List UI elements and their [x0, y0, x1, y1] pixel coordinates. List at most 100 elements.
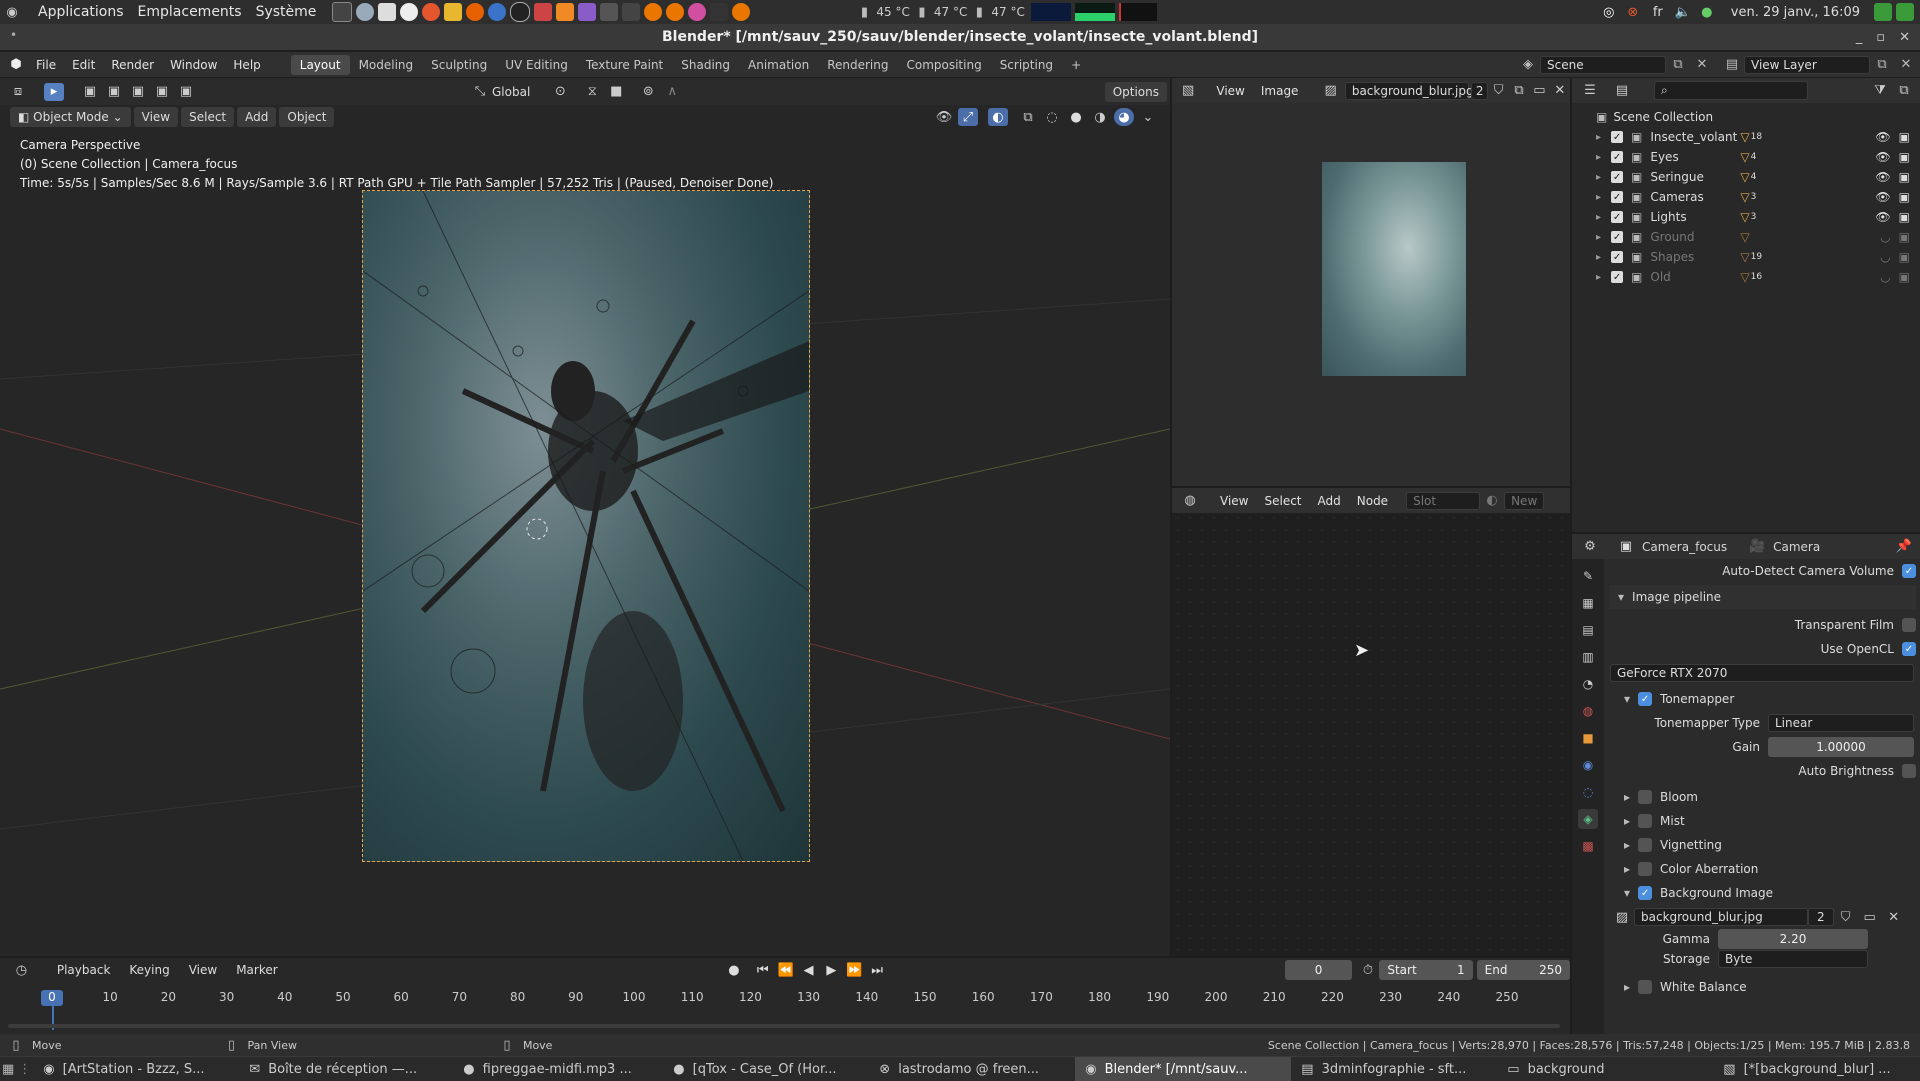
render-camera-icon[interactable]: ▣: [1899, 150, 1910, 164]
new-image-icon[interactable]: ⧉: [1511, 82, 1527, 100]
use-preview-range-icon[interactable]: ⏱: [1358, 961, 1377, 979]
scene-selector[interactable]: Scene: [1540, 55, 1666, 74]
render-camera-icon[interactable]: ▣: [1899, 230, 1910, 244]
prev-keyframe-icon[interactable]: ⏪: [776, 961, 795, 979]
menu-window[interactable]: Window: [162, 58, 225, 72]
archive-icon[interactable]: [400, 3, 419, 21]
hidden-icon[interactable]: ◡: [1880, 270, 1890, 284]
render-camera-icon[interactable]: ▣: [1899, 130, 1910, 144]
wireframe-shading-icon[interactable]: ◌: [1042, 108, 1062, 126]
exclude-checkbox[interactable]: ✓: [1611, 251, 1624, 263]
snap-target-icon[interactable]: ■: [606, 83, 626, 101]
camera-render-frame[interactable]: [362, 190, 810, 862]
expand-arrow-icon[interactable]: ▸: [1596, 212, 1601, 223]
firefox-icon[interactable]: [466, 3, 485, 21]
subpanel-checkbox[interactable]: [1638, 814, 1653, 828]
exclude-checkbox[interactable]: ✓: [1611, 191, 1624, 203]
device-dropdown[interactable]: GeForce RTX 2070: [1610, 664, 1914, 682]
gamma-field[interactable]: 2.20: [1718, 929, 1868, 949]
viewport-3d[interactable]: ⧈ ▸ ▣ ▣ ▣ ▣ ▣ ⤡ Global ⊙ ⧖ ■ ⊚ ∧ Options…: [0, 78, 1170, 956]
image-menu-image[interactable]: Image: [1253, 84, 1307, 98]
workspace-tab-uv-editing[interactable]: UV Editing: [496, 55, 577, 75]
hidden-icon[interactable]: ◡: [1880, 250, 1890, 264]
blender-launcher2-icon[interactable]: [666, 3, 685, 21]
outliner-row[interactable]: ▸ ✓ ▣ Shapes ▽ 19 ◡ ▣: [1572, 247, 1920, 267]
update-icon[interactable]: [1874, 3, 1892, 21]
image-editor[interactable]: ▧ View Image ▨ background_blur.jpg 2 ⛉ ⧉…: [1172, 78, 1570, 486]
subpanel-checkbox[interactable]: [1638, 790, 1653, 804]
background-image-subpanel-header[interactable]: ▾ ✓ Background Image: [1610, 881, 1916, 905]
output-tab-icon[interactable]: ▤: [1578, 620, 1598, 640]
pin-icon[interactable]: 📌: [1894, 538, 1914, 556]
bg-image-browse-icon[interactable]: ▨: [1612, 908, 1632, 926]
os-menu-places[interactable]: Emplacements: [138, 4, 242, 20]
end-frame-field[interactable]: End 250: [1476, 960, 1570, 980]
render-tab-icon[interactable]: ▦: [1578, 593, 1598, 613]
background-image-checkbox[interactable]: ✓: [1638, 886, 1653, 900]
app-orange-icon[interactable]: [556, 3, 575, 21]
jump-start-icon[interactable]: ⏮: [753, 961, 772, 979]
camera-data-tab-icon[interactable]: ◈: [1578, 809, 1598, 829]
user-icon[interactable]: [1896, 3, 1914, 21]
render-camera-icon[interactable]: ▣: [1899, 190, 1910, 204]
record-icon[interactable]: ●: [724, 961, 743, 979]
exclude-checkbox[interactable]: ✓: [1611, 231, 1624, 243]
subpanel-checkbox[interactable]: [1638, 838, 1653, 852]
world-tab-icon[interactable]: ◍: [1578, 701, 1598, 721]
snap-icon[interactable]: ⧖: [582, 83, 602, 101]
new-scene-icon[interactable]: ⧉: [1668, 56, 1688, 74]
taskbar-window-button[interactable]: ▧ [*[background_blur] ...: [1713, 1057, 1920, 1081]
menu-file[interactable]: File: [28, 58, 64, 72]
next-keyframe-icon[interactable]: ⏩: [845, 961, 864, 979]
app-multi-icon[interactable]: [534, 3, 553, 21]
image-name-field[interactable]: background_blur.jpg: [1344, 81, 1474, 100]
app-yellow-icon[interactable]: [444, 3, 463, 21]
bg-image-users[interactable]: 2: [1808, 908, 1834, 926]
options-dropdown[interactable]: Options: [1104, 81, 1167, 102]
expand-arrow-icon[interactable]: ▸: [1596, 172, 1601, 183]
app-pink-icon[interactable]: [688, 3, 707, 21]
scene-collection-row[interactable]: ▣ Scene Collection: [1572, 107, 1920, 127]
mode-dropdown[interactable]: ◧ Object Mode ⌄: [10, 107, 131, 127]
xray-icon[interactable]: ⧉: [1018, 108, 1038, 126]
exclude-checkbox[interactable]: ✓: [1611, 211, 1624, 223]
tray-close-icon[interactable]: ⊗: [1623, 3, 1643, 21]
select-extend-icon[interactable]: ▣: [104, 83, 124, 101]
jump-end-icon[interactable]: ⏭: [868, 961, 887, 979]
display-mode-icon[interactable]: ▤: [1612, 82, 1632, 100]
timeline-ruler[interactable]: 10 20 30 40 50 60 70 80 90 100 110 120 130 140 150 160 1…: [0, 990, 1570, 1006]
os-menu-applications[interactable]: Applications: [38, 4, 124, 20]
taskbar-window-button[interactable]: ⊗ lastrodamo @ freen...: [869, 1057, 1075, 1081]
expand-arrow-icon[interactable]: ▸: [1596, 152, 1601, 163]
bg-open-icon[interactable]: ▭: [1860, 908, 1880, 926]
overlay-icon[interactable]: ◐: [988, 108, 1008, 126]
bg-fake-user-icon[interactable]: ⛉: [1836, 908, 1856, 926]
viewport-menu-view[interactable]: View: [133, 107, 179, 127]
white-balance-checkbox[interactable]: [1638, 980, 1653, 994]
material-browse-icon[interactable]: ◐: [1482, 492, 1502, 510]
solid-shading-icon[interactable]: ●: [1066, 108, 1086, 126]
expand-arrow-icon[interactable]: ▸: [1596, 272, 1601, 283]
node-editor-type-icon[interactable]: ◍: [1180, 492, 1200, 510]
viewport-menu-object[interactable]: Object: [279, 107, 335, 127]
workspace-tab-texture-paint[interactable]: Texture Paint: [577, 55, 672, 75]
outliner-row[interactable]: ▸ ✓ ▣ Eyes ▽ 4 👁 ▣: [1572, 147, 1920, 167]
texture-tab-icon[interactable]: ▩: [1578, 836, 1598, 856]
taskbar-window-button[interactable]: ▤ 3dminfographie - sft...: [1291, 1057, 1497, 1081]
proportional-edit-icon[interactable]: ⊚: [638, 83, 658, 101]
viewport-menu-select[interactable]: Select: [181, 107, 235, 127]
fake-user-icon[interactable]: ⛉: [1490, 82, 1506, 100]
blender-launcher3-icon[interactable]: [732, 3, 751, 21]
taskbar-window-button[interactable]: ● [qTox - Case_Of (Hor...: [663, 1057, 869, 1081]
expand-arrow-icon[interactable]: ▸: [1596, 232, 1601, 243]
auto-brightness-checkbox[interactable]: [1902, 764, 1916, 778]
workspace-tab-modeling[interactable]: Modeling: [350, 55, 423, 75]
start-frame-field[interactable]: Start 1: [1379, 960, 1473, 980]
add-workspace-icon[interactable]: +: [1062, 55, 1090, 75]
visibility-icon[interactable]: 👁: [934, 108, 954, 126]
network-status-icon[interactable]: ●: [1697, 3, 1717, 21]
files-icon[interactable]: [378, 3, 397, 21]
taskbar-window-button[interactable]: ◉ [ArtStation - Bzzz, S...: [33, 1057, 239, 1081]
pipeline-subpanel-header[interactable]: ▸ Vignetting: [1610, 833, 1916, 857]
outliner[interactable]: ☰ ▤ ⌕ ⧩ ⧉ ▣ Scene Collection ▸ ✓ ▣ Insecte_…: [1572, 78, 1920, 532]
